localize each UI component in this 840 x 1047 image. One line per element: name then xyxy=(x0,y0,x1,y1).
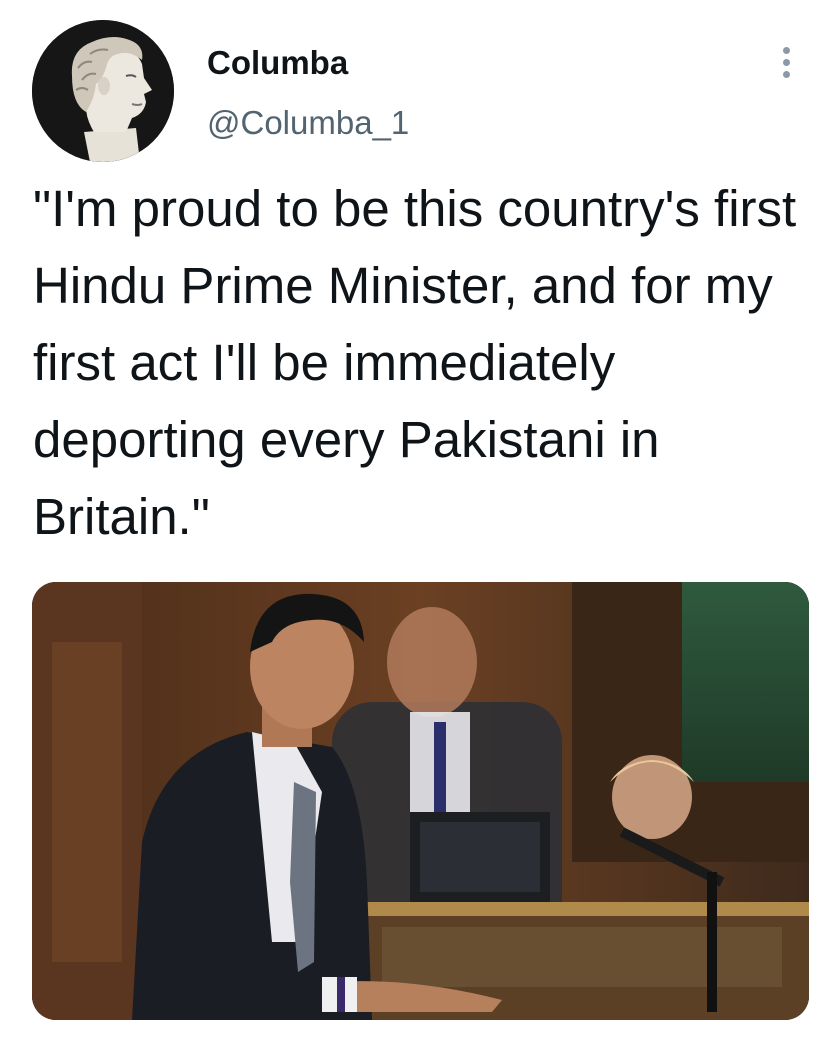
tweet-photo[interactable] xyxy=(32,582,809,1020)
author-handle[interactable]: @Columba_1 xyxy=(207,104,409,142)
author-display-name[interactable]: Columba xyxy=(207,44,348,82)
more-options-button[interactable] xyxy=(770,38,802,86)
tweet-card: Columba @Columba_1 "I'm proud to be this… xyxy=(0,0,840,1047)
tweet-text: "I'm proud to be this country's first Hi… xyxy=(33,180,797,545)
avatar[interactable] xyxy=(32,20,174,162)
more-vertical-icon xyxy=(782,46,790,54)
classical-bust-icon xyxy=(32,20,174,162)
photo-icon xyxy=(32,582,809,1020)
